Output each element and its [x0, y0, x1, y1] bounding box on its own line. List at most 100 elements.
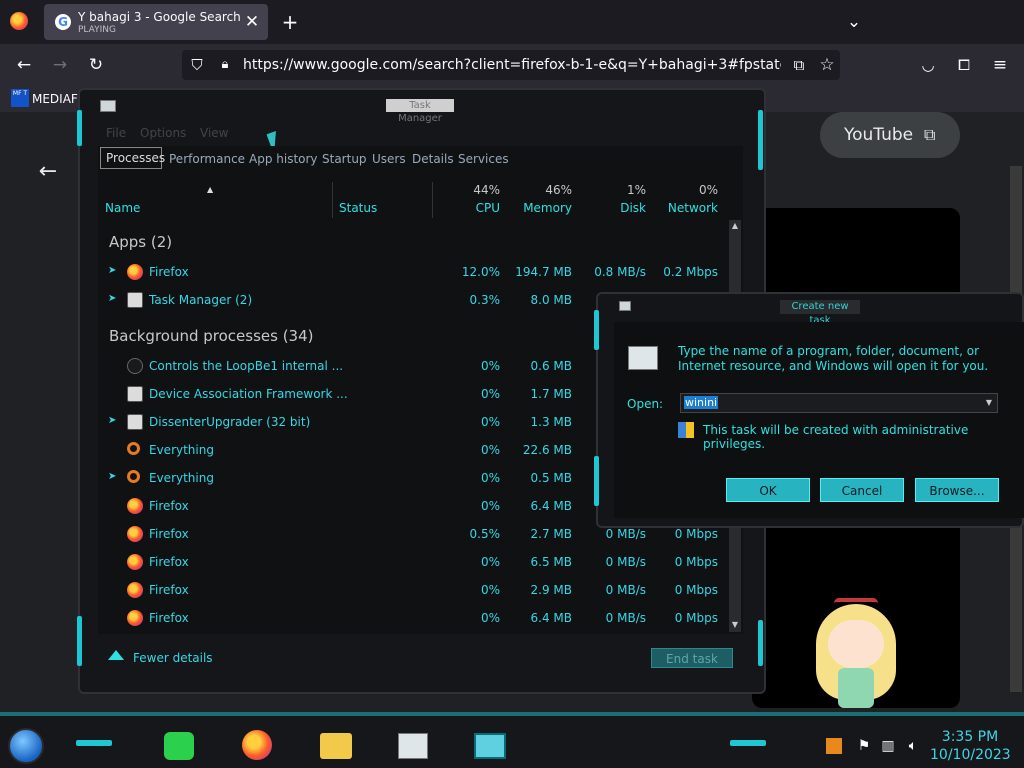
cancel-button[interactable]: Cancel: [820, 478, 904, 502]
process-cpu: 0.5%: [469, 527, 501, 541]
firefox-icon: [127, 582, 143, 598]
column-divider: [432, 182, 433, 218]
process-cpu: 0%: [480, 387, 500, 401]
open-combobox[interactable]: [680, 393, 998, 413]
column-header-status[interactable]: Status: [339, 201, 377, 215]
table-row[interactable]: Firefox 0% 6.4 MB 0 MB/s 0 Mbps: [98, 604, 726, 632]
tab-startup[interactable]: Startup: [322, 152, 367, 166]
url-text[interactable]: https://www.google.com/search?client=fir…: [243, 57, 781, 73]
network-usage-total: 0%: [698, 183, 718, 197]
extensions-puzzle-icon[interactable]: ⧠: [954, 55, 974, 75]
dialog-message: Type the name of a program, folder, docu…: [678, 344, 989, 373]
tab-performance[interactable]: Performance: [169, 152, 245, 166]
background-group-header: Background processes (34): [109, 327, 314, 345]
process-name: Device Association Framework ...: [149, 387, 348, 401]
column-header-disk[interactable]: Disk: [600, 201, 646, 215]
combobox-dropdown-icon[interactable]: ▼: [982, 394, 996, 412]
process-cpu: 0%: [480, 555, 500, 569]
process-memory: 6.4 MB: [530, 499, 572, 513]
run-program-icon: [628, 346, 658, 370]
column-header-network[interactable]: Network: [660, 201, 718, 215]
memory-usage-total: 46%: [545, 183, 572, 197]
tab-playing-label: PLAYING: [78, 25, 116, 35]
taskbar-notes-app-icon[interactable]: [164, 732, 194, 760]
process-disk: 0 MB/s: [605, 527, 646, 541]
tray-app-icon[interactable]: [826, 738, 842, 754]
process-cpu: 0%: [480, 415, 500, 429]
ok-button[interactable]: OK: [726, 478, 810, 502]
tab-close-icon[interactable]: ✕: [244, 12, 260, 32]
fewer-details-up-arrow-icon[interactable]: [108, 650, 124, 660]
process-memory: 2.7 MB: [530, 527, 572, 541]
frame-accent: [77, 616, 82, 666]
column-header-memory[interactable]: Memory: [512, 201, 572, 215]
frame-accent: [77, 110, 82, 146]
process-cpu: 0.3%: [469, 293, 501, 307]
mascot-dress: [838, 668, 874, 708]
firefox-icon: [127, 554, 143, 570]
bookmark-mediafire[interactable]: MEDIAFI: [32, 92, 81, 106]
mediafire-icon: MF T: [11, 89, 29, 107]
service-window-icon: [127, 414, 143, 430]
taskbar-task-manager-icon[interactable]: [398, 733, 428, 759]
tracking-shield-icon[interactable]: ⛉: [188, 55, 206, 75]
youtube-button[interactable]: YouTube ⧉: [820, 112, 960, 158]
taskbar-run-window-icon[interactable]: [474, 733, 506, 759]
column-header-name[interactable]: Name: [105, 201, 140, 215]
lock-icon[interactable]: 🔒︎: [216, 55, 234, 75]
action-center-flag-icon[interactable]: ⚑: [856, 736, 872, 756]
table-row[interactable]: Firefox 0% 2.9 MB 0 MB/s 0 Mbps: [98, 576, 726, 604]
volume-icon[interactable]: 🔈︎: [904, 736, 922, 756]
end-task-button[interactable]: End task: [651, 648, 733, 668]
expand-chevron-icon[interactable]: ➤: [108, 415, 116, 426]
taskbar-clock[interactable]: 3:35 PM 10/10/2023: [930, 728, 1011, 764]
open-input-text[interactable]: winini: [684, 396, 719, 409]
expand-chevron-icon[interactable]: ➤: [108, 265, 116, 276]
process-name: Firefox: [149, 527, 189, 541]
process-memory: 6.4 MB: [530, 611, 572, 625]
admin-note: This task will be created with administr…: [703, 423, 969, 451]
scroll-down-icon[interactable]: ▼: [729, 620, 741, 629]
pocket-icon[interactable]: ◡: [918, 55, 938, 75]
process-disk: 0 MB/s: [605, 611, 646, 625]
process-name: Firefox: [149, 611, 189, 625]
menu-file[interactable]: File: [106, 126, 126, 140]
process-cpu: 0%: [480, 611, 500, 625]
firefox-menu-icon[interactable]: [10, 12, 28, 30]
menu-options[interactable]: Options: [140, 126, 186, 140]
reload-icon[interactable]: ↻: [86, 55, 106, 75]
expand-chevron-icon[interactable]: ➤: [108, 293, 116, 304]
start-orb-icon[interactable]: [8, 728, 44, 764]
browse-button[interactable]: Browse...: [915, 478, 999, 502]
bookmark-star-icon[interactable]: ☆: [817, 55, 837, 75]
tab-list-chevron-icon[interactable]: ⌄: [844, 12, 864, 32]
tab-app-history[interactable]: App history: [249, 152, 318, 166]
table-row[interactable]: ➤ Firefox 12.0% 194.7 MB 0.8 MB/s 0.2 Mb…: [98, 258, 726, 286]
tab-details[interactable]: Details: [412, 152, 454, 166]
taskbar-file-explorer-icon[interactable]: [320, 733, 352, 759]
scroll-up-icon[interactable]: ▲: [729, 221, 741, 230]
clock-date: 10/10/2023: [930, 747, 1011, 763]
youtube-label: YouTube: [844, 125, 914, 145]
picture-in-picture-icon[interactable]: ⧉: [789, 55, 809, 75]
new-tab-icon[interactable]: +: [280, 12, 300, 32]
tab-services[interactable]: Services: [458, 152, 509, 166]
external-link-icon: ⧉: [924, 125, 936, 144]
forward-arrow-icon[interactable]: →: [50, 55, 70, 75]
page-back-arrow-icon[interactable]: ←: [36, 161, 60, 183]
hamburger-menu-icon[interactable]: ≡: [990, 55, 1010, 75]
tab-title: Y bahagi 3 - Google Search: [78, 10, 241, 24]
taskbar-firefox-icon[interactable]: [242, 730, 272, 760]
expand-chevron-icon[interactable]: ➤: [108, 471, 116, 482]
column-header-cpu[interactable]: CPU: [460, 201, 500, 215]
open-label: Open:: [627, 397, 664, 411]
table-row[interactable]: Firefox 0% 6.5 MB 0 MB/s 0 Mbps: [98, 548, 726, 576]
network-icon[interactable]: ▥: [880, 736, 896, 756]
menu-view[interactable]: View: [200, 126, 228, 140]
process-cpu: 0%: [480, 443, 500, 457]
back-arrow-icon[interactable]: ←: [14, 55, 34, 75]
process-network: 0 Mbps: [674, 611, 718, 625]
tab-users[interactable]: Users: [372, 152, 406, 166]
process-name: DissenterUpgrader (32 bit): [149, 415, 311, 429]
fewer-details-link[interactable]: Fewer details: [133, 651, 213, 665]
